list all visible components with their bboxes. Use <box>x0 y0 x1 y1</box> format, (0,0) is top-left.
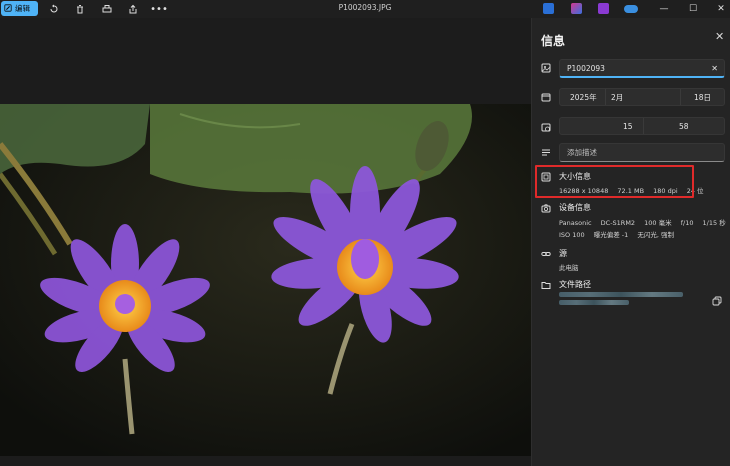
file-title: P1002093.JPG <box>338 3 392 12</box>
app-icon-2[interactable] <box>571 3 582 14</box>
description-placeholder: 添加描述 <box>567 148 597 157</box>
edit-button[interactable]: 编辑 <box>1 1 38 16</box>
clock-icon <box>540 121 552 133</box>
source-value: 此电脑 <box>559 264 579 272</box>
time-picker[interactable]: 15 58 <box>559 117 725 135</box>
panel-close-icon[interactable]: ✕ <box>715 30 724 43</box>
clear-icon[interactable]: ✕ <box>711 64 718 73</box>
device-model: DC-S1RM2 <box>600 219 636 227</box>
device-flash: 无闪光, 强制 <box>637 231 674 239</box>
photo[interactable] <box>0 104 531 456</box>
date-year[interactable]: 2025年 <box>570 92 597 103</box>
rotate-icon[interactable] <box>47 2 61 16</box>
source-heading: 源 <box>559 249 567 258</box>
size-info-highlight <box>535 165 694 198</box>
path-blurred-line-2 <box>559 300 629 305</box>
path-heading: 文件路径 <box>559 280 591 289</box>
camera-icon <box>540 202 552 214</box>
print-icon[interactable] <box>100 2 114 16</box>
date-picker[interactable]: 2025年 2月 18日 <box>559 88 725 106</box>
description-icon <box>540 146 552 158</box>
device-line-1: Panasonic DC-S1RM2 100 毫米 f/10 1/15 秒 <box>559 217 730 227</box>
share-icon[interactable] <box>126 2 140 16</box>
image-viewer <box>0 18 531 466</box>
app-icon-1[interactable] <box>543 3 554 14</box>
date-month[interactable]: 2月 <box>611 92 623 103</box>
device-heading: 设备信息 <box>559 203 591 212</box>
maximize-icon[interactable]: ☐ <box>686 2 700 16</box>
edit-icon <box>4 3 12 14</box>
edit-label: 编辑 <box>15 4 30 13</box>
folder-icon <box>540 279 552 291</box>
device-exposure: 曝光偏差 -1 <box>593 231 629 239</box>
filename-value: P1002093 <box>567 63 605 73</box>
title-bar: 编辑 ••• P1002093.JPG — ☐ ✕ <box>0 0 730 18</box>
path-blurred-line-1 <box>559 292 683 297</box>
info-panel: 信息 ✕ P1002093 ✕ 2025年 2月 18日 15 58 添加描述 … <box>531 18 730 466</box>
device-fstop: f/10 <box>680 219 694 227</box>
image-icon <box>540 62 552 74</box>
device-make: Panasonic <box>559 219 592 227</box>
panel-title: 信息 <box>541 34 566 48</box>
onedrive-icon[interactable] <box>624 5 638 13</box>
delete-icon[interactable] <box>73 2 87 16</box>
device-line-2: ISO 100 曝光偏差 -1 无闪光, 强制 <box>559 229 681 239</box>
copy-icon[interactable] <box>712 296 722 308</box>
link-icon <box>540 248 552 260</box>
more-icon[interactable]: ••• <box>150 2 168 16</box>
device-iso: ISO 100 <box>559 231 585 239</box>
app-icon-3[interactable] <box>598 3 609 14</box>
time-hour[interactable]: 15 <box>623 122 633 131</box>
calendar-icon <box>540 91 552 103</box>
device-shutter: 1/15 秒 <box>702 219 726 227</box>
close-window-icon[interactable]: ✕ <box>714 2 728 16</box>
minimize-icon[interactable]: — <box>657 2 671 16</box>
filename-field[interactable]: P1002093 ✕ <box>559 59 725 78</box>
time-minute[interactable]: 58 <box>679 122 689 131</box>
description-input[interactable]: 添加描述 <box>559 143 725 162</box>
device-focal: 100 毫米 <box>644 219 672 227</box>
date-day[interactable]: 18日 <box>694 92 711 103</box>
